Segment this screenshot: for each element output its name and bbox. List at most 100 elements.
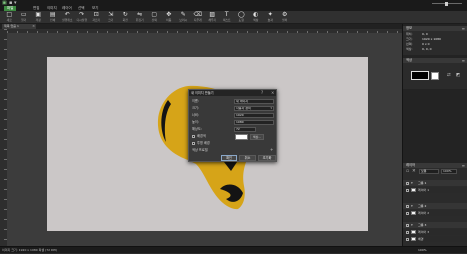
layer-group-row[interactable]: ▾ 그룹 2 [403,203,467,209]
print-button[interactable]: ▤ 인쇄 [46,11,61,24]
fill-icon: ▨ [209,11,216,18]
visibility-checkbox[interactable] [406,211,409,215]
help-icon[interactable]: ? [261,90,263,96]
delete-layer-icon[interactable]: ✕ [412,169,416,174]
opacity-input[interactable]: 100% [441,169,457,174]
visibility-checkbox[interactable] [406,237,409,241]
rotate-label: 회전 [122,18,128,22]
layer-group-name: 그룹 3 [418,223,427,227]
width-input[interactable]: 1920 [234,113,274,118]
height-label: 높이: [192,120,199,124]
print-icon: ▤ [49,11,56,18]
redo-button[interactable]: ↷ 다시실행 [75,11,90,24]
cancel-button[interactable]: 취소 [239,155,256,161]
reset-button[interactable]: 초기화 [258,155,276,161]
layer-row[interactable]: 레이어 2 [403,210,467,216]
layer-name: 배경 [418,237,424,241]
choose-color-button[interactable]: 색상... [250,134,264,140]
resolution-input[interactable]: 72 [234,127,256,132]
crop-label: 자르기 [92,18,101,22]
filter-icon: ⚙ [282,11,288,18]
effect-label: 효과 [267,18,273,22]
new-image-dialog: 새 이미지 만들기 ? × 이름: 새 이미지 크기: 사용자 정의 ▾ 너비:… [188,89,277,162]
new-file-button[interactable]: □ 새로 [2,11,17,24]
visibility-checkbox[interactable] [406,204,409,208]
size-preset-label: 크기: [192,106,199,110]
flip-label: 뒤집기 [135,18,144,22]
undo-button[interactable]: ↶ 실행취소 [60,11,75,24]
secondary-color-swatch[interactable] [431,72,439,80]
color-label: 색상 [253,18,259,22]
layer-thumbnail [411,211,416,215]
redo-label: 다시실행 [76,18,87,22]
new-file-label: 새로 [6,18,12,22]
visibility-checkbox[interactable] [406,188,409,192]
crop-icon: ⊡ [93,11,99,18]
collapse-arrow-icon[interactable]: ▾ [411,180,413,186]
layer-group-name: 그룹 2 [418,204,427,208]
close-icon[interactable]: × [271,90,274,96]
crop-button[interactable]: ⊡ 자르기 [89,11,104,24]
text-tool-button[interactable]: T 텍스트 [220,11,235,24]
resize-button[interactable]: ⇲ 크기 [104,11,119,24]
resolution-label: 해상도: [192,127,202,131]
new-layer-icon[interactable]: ▫ [406,169,409,174]
bg-color-checkbox[interactable] [192,135,195,138]
shape-icon: ◯ [237,11,245,18]
save-button[interactable]: ▣ 저장 [31,11,46,24]
reset-colors-icon[interactable]: ◩ [456,73,460,78]
open-folder-icon: ▭ [20,11,27,18]
expand-icon[interactable]: + [270,147,273,153]
layer-name: 레이어 2 [418,211,430,215]
fill-label: 채우기 [208,18,217,22]
move-tool-button[interactable]: ✥ 이동 [162,11,177,24]
layer-group-row[interactable]: ▾ 그룹 3 [403,222,467,228]
transparent-bg-checkbox[interactable] [192,142,195,145]
layer-row[interactable]: 배경 [403,236,467,242]
color-icon: ◐ [253,11,259,18]
open-button[interactable]: ▭ 열기 [17,11,32,24]
shape-label: 도형 [238,18,244,22]
info-panel-title: 정보 [406,26,413,30]
visibility-checkbox[interactable] [406,223,409,227]
visibility-checkbox[interactable] [406,230,409,234]
move-label: 이동 [166,18,172,22]
save-label: 저장 [35,18,41,22]
collapse-arrow-icon[interactable]: ▾ [411,222,413,228]
swap-colors-icon[interactable]: ⇄ [447,73,451,78]
layer-thumbnail [411,188,416,192]
height-input[interactable]: 1080 [234,120,274,125]
color-profile-label: 색상 프로필 [192,148,208,152]
layer-group-row[interactable]: ▾ 그룹 1 [403,180,467,186]
layer-thumbnail [411,230,416,234]
brush-tool-button[interactable]: ✎ 브러시 [176,11,191,24]
blend-mode-select[interactable]: 보통 [419,169,439,174]
bg-color-swatch[interactable] [235,134,248,140]
filter-button[interactable]: ⚙ 필터 [278,11,293,24]
color-panel-title: 색상 [406,58,413,62]
eraser-tool-button[interactable]: ⌫ 지우개 [191,11,206,24]
flip-button[interactable]: ⇋ 뒤집기 [133,11,148,24]
collapse-arrow-icon[interactable]: ▾ [411,203,413,209]
visibility-checkbox[interactable] [406,181,409,185]
name-input[interactable]: 새 이미지 [234,99,274,104]
ok-button[interactable]: 확인 [221,155,237,161]
layer-row[interactable]: 레이어 3 [403,229,467,235]
zoom-slider-handle[interactable] [445,1,448,6]
main-toolbar: □ 새로 ▭ 열기 ▣ 저장 ▤ 인쇄 ↶ 실행취소 ↷ 다시실행 ⊡ 자르기 ⇲ 크기 ↻ 회전… [0,11,467,31]
name-label: 이름: [192,99,199,103]
select-tool-button[interactable]: ▢ 선택 [147,11,162,24]
color-button[interactable]: ◐ 색상 [249,11,264,24]
fill-tool-button[interactable]: ▨ 채우기 [205,11,220,24]
effect-button[interactable]: ✦ 효과 [263,11,278,24]
rotate-icon: ↻ [122,11,128,18]
primary-color-swatch[interactable] [411,71,429,80]
size-preset-select[interactable]: 사용자 정의 ▾ [234,106,274,111]
layer-row[interactable]: 레이어 1 [403,187,467,193]
select-icon: ▢ [151,11,158,18]
rotate-button[interactable]: ↻ 회전 [118,11,133,24]
eraser-label: 지우개 [193,18,202,22]
shape-tool-button[interactable]: ◯ 도형 [234,11,249,24]
print-label: 인쇄 [50,18,56,22]
new-file-icon: □ [6,11,13,18]
